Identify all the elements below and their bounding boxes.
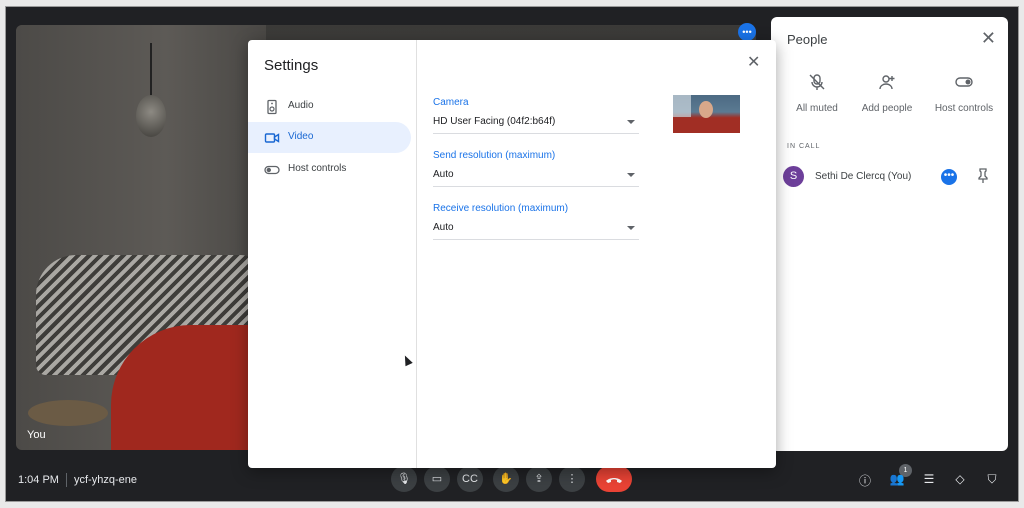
info-icon[interactable]: ⓘ bbox=[856, 472, 874, 490]
video-camera-icon bbox=[264, 133, 280, 143]
receive-resolution-value[interactable]: Auto bbox=[433, 222, 639, 240]
all-muted-button[interactable]: All muted bbox=[777, 72, 857, 116]
raise-hand-icon[interactable]: ✋ bbox=[493, 466, 519, 492]
add-people-label: Add people bbox=[861, 103, 913, 114]
camera-select[interactable]: Camera HD User Facing (04f2:b64f) bbox=[433, 97, 639, 134]
nav-host-controls[interactable]: Host controls bbox=[248, 154, 411, 185]
mic-off-icon bbox=[809, 74, 825, 90]
receive-resolution-value-text: Auto bbox=[433, 222, 454, 233]
preview-window bbox=[673, 95, 691, 117]
divider bbox=[66, 473, 67, 487]
send-resolution-value[interactable]: Auto bbox=[433, 169, 639, 187]
settings-title: Settings bbox=[264, 57, 319, 74]
chat-icon[interactable]: ☰ bbox=[920, 472, 938, 490]
nav-host-controls-label: Host controls bbox=[288, 163, 347, 174]
participant-more-icon[interactable]: ••• bbox=[941, 169, 957, 185]
meeting-code: ycf-yhzq-ene bbox=[74, 474, 137, 486]
present-icon[interactable]: ⇪ bbox=[526, 466, 552, 492]
avatar: S bbox=[783, 166, 804, 187]
receive-resolution-label: Receive resolution (maximum) bbox=[433, 203, 569, 214]
participant-name: Sethi De Clercq (You) bbox=[815, 171, 912, 182]
settings-dialog: Settings Audio Video Host controls ✕ Cam… bbox=[248, 40, 776, 468]
send-resolution-select[interactable]: Send resolution (maximum) Auto bbox=[433, 150, 639, 187]
all-muted-label: All muted bbox=[796, 103, 838, 114]
toggle-icon bbox=[955, 77, 973, 87]
close-icon[interactable]: ✕ bbox=[981, 28, 996, 49]
receive-resolution-select[interactable]: Receive resolution (maximum) Auto bbox=[433, 203, 639, 240]
settings-sidebar: Settings Audio Video Host controls bbox=[248, 40, 417, 468]
nav-video-label: Video bbox=[288, 131, 314, 142]
camera-icon[interactable]: ▭ bbox=[424, 466, 450, 492]
close-icon[interactable]: ✕ bbox=[747, 52, 760, 72]
nav-video[interactable]: Video bbox=[248, 122, 411, 153]
host-controls-label: Host controls bbox=[934, 103, 994, 114]
pin-icon[interactable] bbox=[976, 168, 990, 184]
send-resolution-label: Send resolution (maximum) bbox=[433, 150, 556, 161]
camera-value[interactable]: HD User Facing (04f2:b64f) bbox=[433, 116, 639, 134]
end-call-icon bbox=[606, 478, 622, 483]
self-name-tag: You bbox=[27, 429, 46, 441]
tile-more-options-icon[interactable]: ••• bbox=[738, 23, 756, 41]
side-table bbox=[28, 400, 108, 426]
end-call-button[interactable] bbox=[596, 466, 632, 492]
toggle-icon bbox=[264, 165, 280, 175]
people-icon[interactable]: 👥 bbox=[888, 472, 906, 490]
shield-icon[interactable]: ⛉ bbox=[983, 472, 1001, 490]
participant-row[interactable]: S Sethi De Clercq (You) ••• bbox=[783, 166, 1001, 190]
camera-preview bbox=[673, 95, 740, 133]
add-people-button[interactable]: Add people bbox=[847, 72, 927, 116]
send-resolution-value-text: Auto bbox=[433, 169, 454, 180]
nav-audio-label: Audio bbox=[288, 100, 314, 111]
chevron-down-icon bbox=[627, 120, 635, 124]
in-call-section-label: IN CALL bbox=[787, 143, 821, 150]
nav-audio[interactable]: Audio bbox=[248, 91, 411, 122]
mic-icon[interactable]: 🎙 bbox=[391, 466, 417, 492]
preview-face bbox=[699, 101, 713, 118]
chevron-down-icon bbox=[627, 173, 635, 177]
chevron-down-icon bbox=[627, 226, 635, 230]
people-panel: People ✕ All muted Add people Host contr… bbox=[771, 17, 1008, 451]
captions-icon[interactable]: CC bbox=[457, 466, 483, 492]
host-controls-button[interactable]: Host controls bbox=[924, 72, 1004, 116]
people-panel-title: People bbox=[787, 32, 828, 47]
camera-label: Camera bbox=[433, 97, 469, 108]
lamp-cord bbox=[150, 43, 152, 98]
meeting-time: 1:04 PM bbox=[18, 474, 59, 486]
bottom-toolbar: 1:04 PM ycf-yhzq-ene 🎙 ▭ CC ✋ ⇪ ⋮ ⓘ 1 👥 … bbox=[6, 462, 1018, 501]
hanging-lamp bbox=[136, 95, 166, 137]
activities-icon[interactable]: ◇ bbox=[951, 472, 969, 490]
camera-value-text: HD User Facing (04f2:b64f) bbox=[433, 116, 556, 127]
speaker-icon bbox=[267, 99, 277, 115]
more-options-icon[interactable]: ⋮ bbox=[559, 466, 585, 492]
add-person-icon bbox=[879, 75, 895, 90]
